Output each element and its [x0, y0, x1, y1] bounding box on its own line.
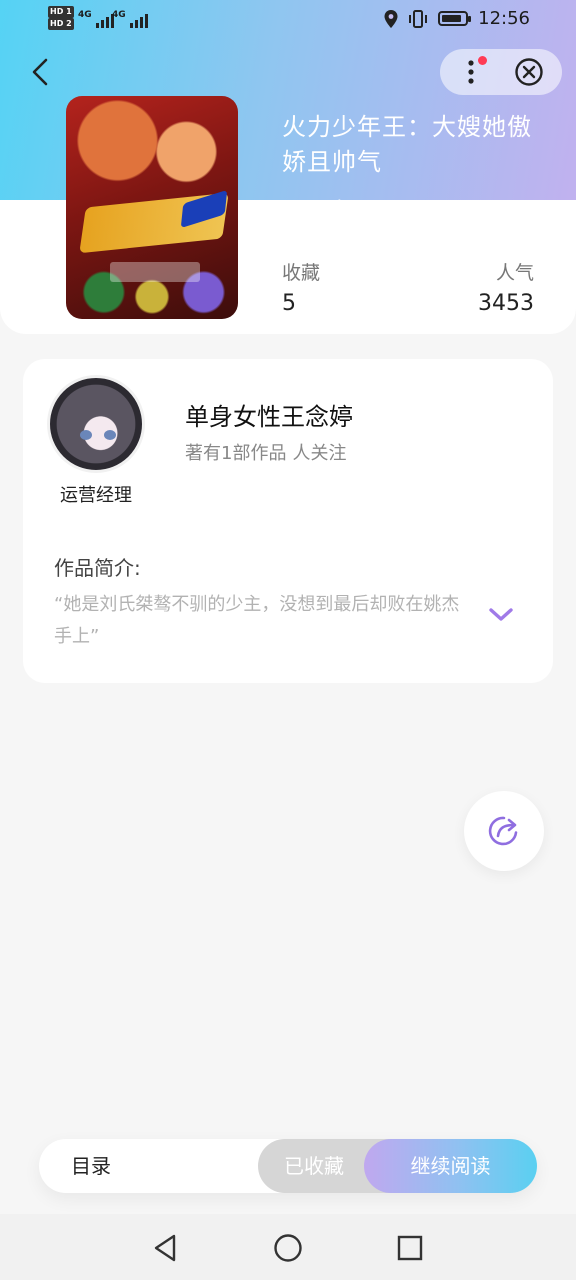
- popularity-stat: 人气 3453: [478, 258, 534, 316]
- author-works: 著有1部作品: [185, 443, 287, 464]
- favorited-label: 已收藏: [284, 1154, 344, 1178]
- table-of-contents-button[interactable]: 目录: [71, 1139, 111, 1193]
- avatar-detail: [104, 430, 116, 440]
- author-card: 运营经理 单身女性王念婷 著有1部作品 人关注 作品简介: “她是刘氏桀骜不驯的…: [23, 359, 553, 683]
- sim-2-label: HD 2: [48, 18, 74, 30]
- bottom-action-bar: 目录 已收藏 继续阅读: [39, 1139, 537, 1193]
- triangle-back-icon: [154, 1234, 176, 1262]
- battery-icon: [438, 11, 472, 26]
- continue-reading-button[interactable]: 继续阅读: [364, 1139, 537, 1193]
- book-title: 火力少年王：大嫂她傲娇且帅气: [282, 113, 532, 176]
- nav-recent-button[interactable]: [394, 1232, 426, 1264]
- book-status: 连载: [282, 200, 322, 224]
- meta-separator: |: [336, 196, 343, 220]
- author-stats: 著有1部作品 人关注: [185, 439, 346, 465]
- expand-intro-button[interactable]: [487, 605, 515, 625]
- word-count: 1221字: [356, 200, 428, 224]
- book-meta: 连载 | 1221字: [282, 196, 428, 225]
- intro-text: “她是刘氏桀骜不驯的少主，没想到最后却败在姚杰手上”: [54, 594, 460, 647]
- location-icon: [384, 9, 398, 28]
- close-circle-icon: [515, 58, 543, 86]
- signal-icon: 4G: [112, 10, 148, 28]
- nav-back-button[interactable]: [150, 1232, 182, 1264]
- system-navigation-bar: [0, 1214, 576, 1280]
- chevron-left-icon: [32, 58, 48, 86]
- author-name[interactable]: 单身女性王念婷: [185, 397, 353, 432]
- book-detail-page: HD 1 HD 2 4G 4G 12:56 火力少年王：大嫂她傲娇且帅气 连载 …: [0, 0, 576, 1280]
- clock: 12:56: [478, 8, 530, 29]
- close-button[interactable]: [514, 57, 544, 87]
- popularity-value: 3453: [478, 291, 534, 316]
- favorites-stat: 收藏 5: [282, 258, 320, 316]
- mini-program-capsule: [440, 49, 562, 95]
- status-right: 12:56: [384, 8, 530, 29]
- author-avatar[interactable]: [47, 375, 145, 473]
- circle-home-icon: [274, 1234, 302, 1262]
- signal-icon: 4G: [78, 10, 114, 28]
- intro-label: 作品简介:: [54, 556, 141, 580]
- back-button[interactable]: [22, 52, 62, 92]
- avatar-detail: [80, 430, 92, 440]
- nav-home-button[interactable]: [272, 1232, 304, 1264]
- square-recent-icon: [397, 1235, 423, 1261]
- author-followers: 人关注: [292, 443, 347, 464]
- favorites-value: 5: [282, 291, 296, 316]
- share-button[interactable]: [464, 791, 544, 871]
- notification-dot: [478, 56, 487, 65]
- vibrate-icon: [409, 9, 428, 28]
- share-icon: [488, 816, 518, 846]
- sim-labels: HD 1 HD 2: [48, 6, 76, 30]
- favorites-label: 收藏: [282, 262, 321, 284]
- network-type-1: 4G: [78, 10, 92, 20]
- sim-1-label: HD 1: [48, 6, 74, 18]
- author-role: 运营经理: [60, 485, 132, 506]
- cover-blurb: [110, 262, 200, 282]
- popularity-label: 人气: [495, 262, 534, 284]
- status-bar: HD 1 HD 2 4G 4G 12:56: [0, 0, 576, 42]
- chevron-down-icon: [489, 608, 513, 621]
- book-cover-image[interactable]: [66, 96, 238, 319]
- network-type-2: 4G: [112, 10, 126, 20]
